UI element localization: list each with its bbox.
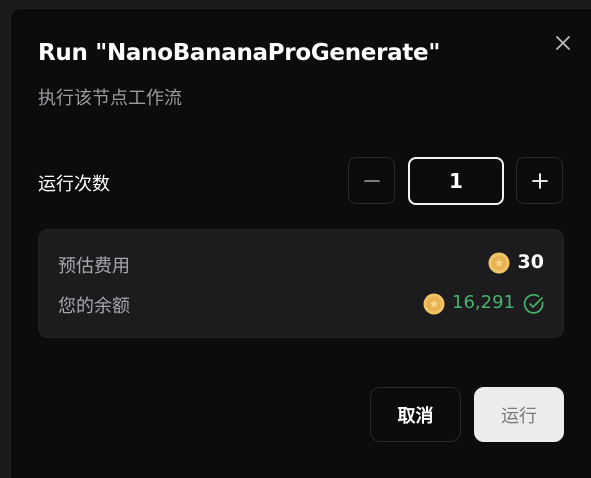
- estimated-cost-label: 预估费用: [58, 256, 130, 277]
- run-count-input[interactable]: [408, 157, 504, 205]
- check-circle-icon: [523, 294, 544, 314]
- cancel-button[interactable]: 取消: [370, 387, 461, 442]
- close-icon: [556, 36, 570, 50]
- estimated-cost-value: 30: [517, 251, 544, 273]
- minus-icon: [363, 179, 380, 182]
- plus-icon: [531, 172, 548, 189]
- run-count-label: 运行次数: [38, 174, 110, 195]
- coin-icon: [423, 293, 445, 315]
- balance-value: 16,291: [452, 292, 515, 313]
- increment-button[interactable]: [516, 157, 563, 204]
- cost-summary-card: 预估费用 30 您的余额 16,291: [38, 229, 564, 338]
- decrement-button[interactable]: [348, 157, 395, 204]
- dialog-title: Run "NanoBananaProGenerate": [38, 40, 441, 66]
- balance-label: 您的余额: [58, 296, 130, 317]
- close-button[interactable]: [552, 32, 574, 54]
- coin-icon: [488, 252, 510, 274]
- dialog-subtitle: 执行该节点工作流: [38, 88, 182, 109]
- run-button[interactable]: 运行: [474, 387, 564, 442]
